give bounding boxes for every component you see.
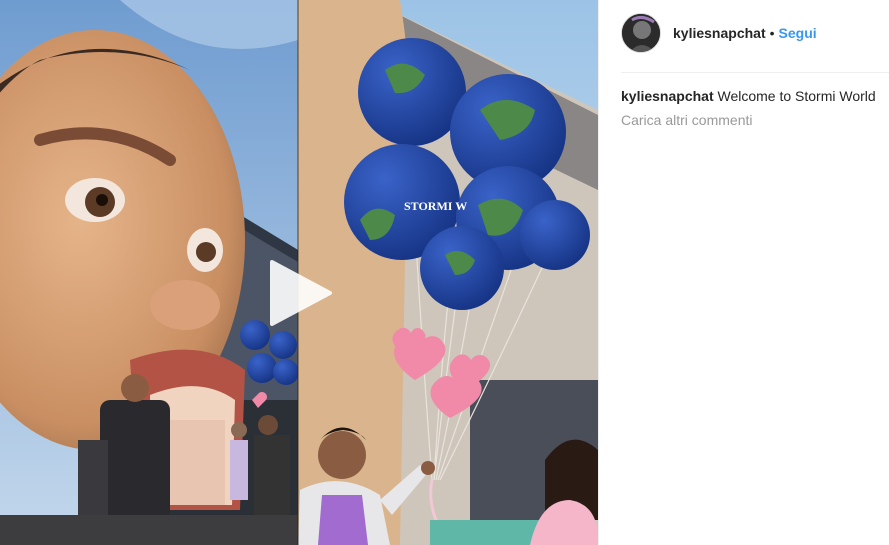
balloon-text: STORMI W bbox=[404, 199, 467, 213]
separator-dot: • bbox=[769, 25, 775, 41]
play-button[interactable] bbox=[266, 258, 336, 328]
header-divider bbox=[621, 72, 889, 73]
username-link[interactable]: kyliesnapchat bbox=[673, 25, 766, 41]
video-preview[interactable]: STORMI W bbox=[0, 0, 598, 545]
profile-avatar[interactable] bbox=[621, 13, 661, 53]
avatar-image bbox=[622, 14, 660, 52]
caption-text: Welcome to Stormi World bbox=[717, 88, 876, 104]
post-sidebar: kyliesnapchat • Segui kyliesnapchat Welc… bbox=[598, 0, 889, 545]
load-more-comments-button[interactable]: Carica altri commenti bbox=[621, 111, 752, 129]
right-video-frame: STORMI W bbox=[298, 0, 598, 545]
left-video-frame bbox=[0, 0, 299, 545]
post-caption: kyliesnapchat Welcome to Stormi World bbox=[621, 87, 883, 105]
follow-button[interactable]: Segui bbox=[779, 25, 817, 41]
post-header: kyliesnapchat • Segui bbox=[621, 12, 889, 54]
caption-username[interactable]: kyliesnapchat bbox=[621, 88, 714, 104]
play-icon bbox=[270, 260, 332, 326]
